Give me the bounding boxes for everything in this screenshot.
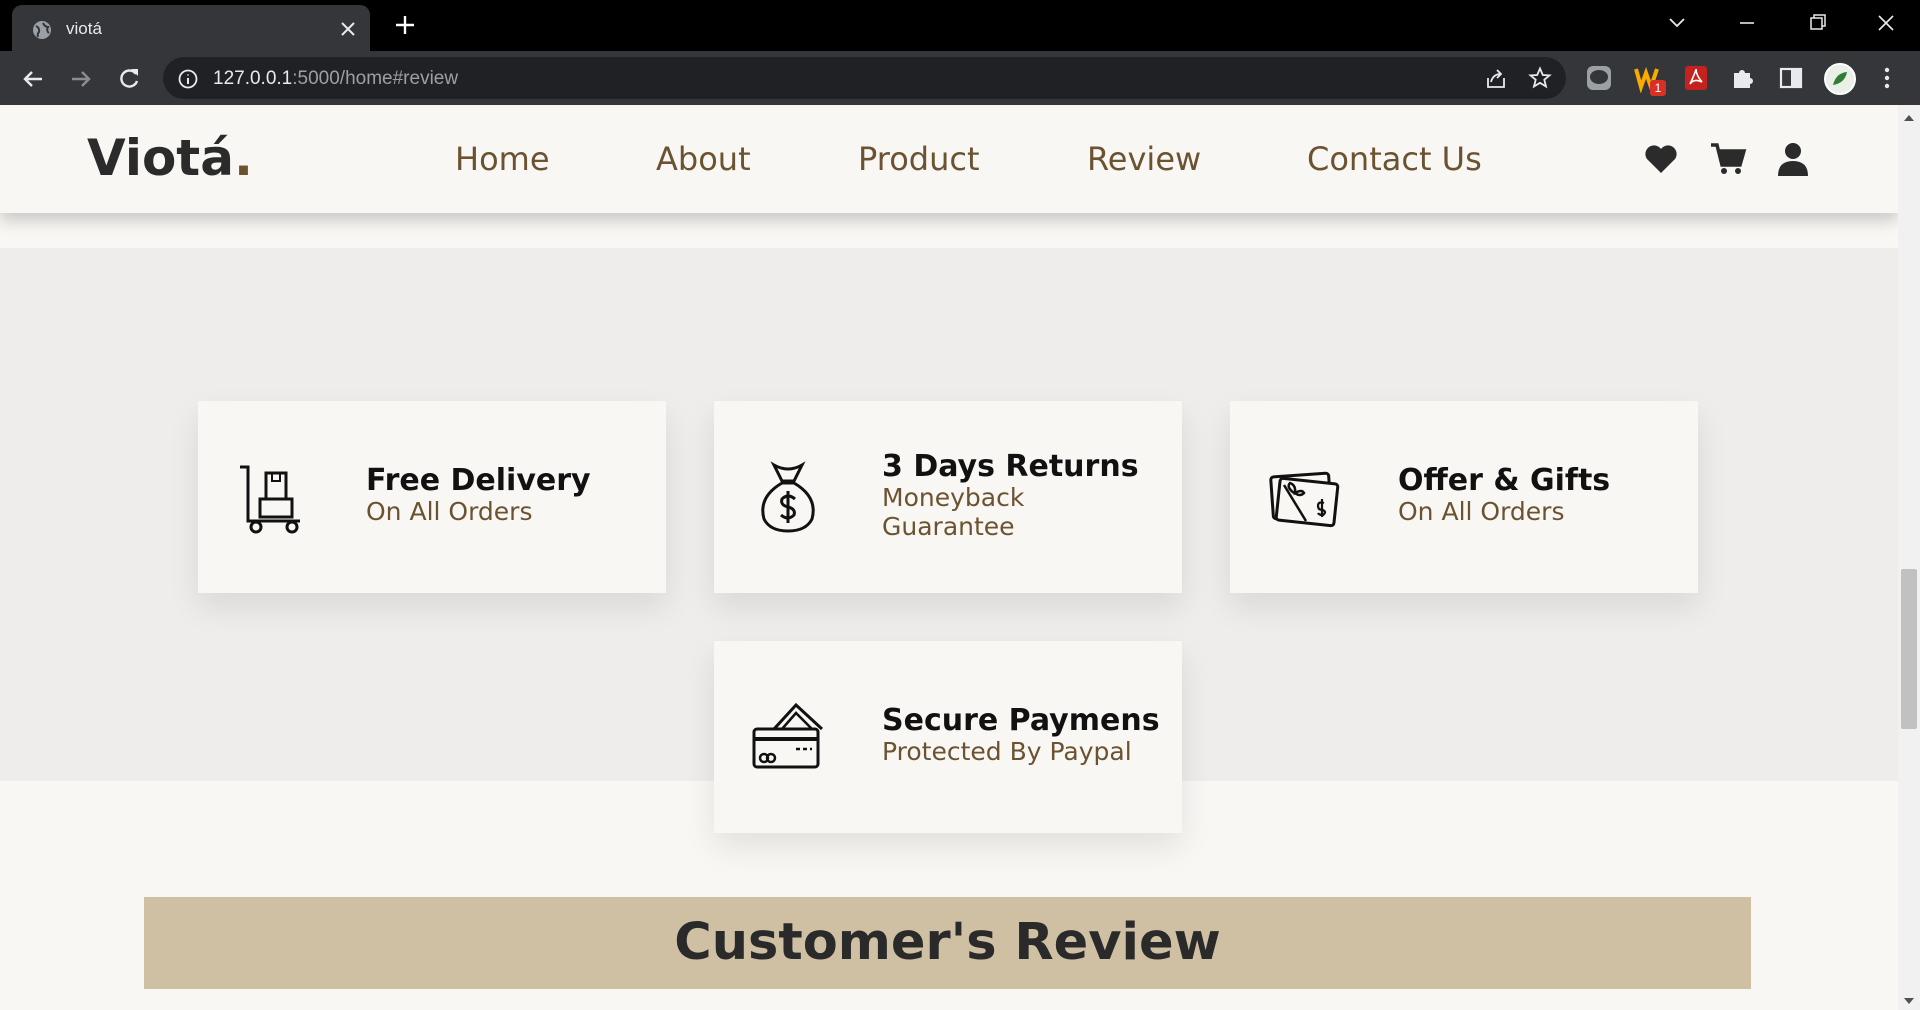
extension-badge: 1 <box>1650 80 1666 96</box>
close-icon[interactable] <box>336 17 360 41</box>
cart-icon[interactable] <box>1709 140 1747 178</box>
review-section-title: Customer's Review <box>674 913 1221 972</box>
feature-title: Offer & Gifts <box>1398 463 1611 498</box>
credit-card-icon <box>752 702 824 769</box>
site-navbar: Viotá. Home About Product Review Contact… <box>0 105 1898 213</box>
customer-review-banner: Customer's Review <box>144 897 1751 989</box>
delivery-cart-icon <box>240 465 300 534</box>
scroll-up-arrow-icon[interactable] <box>1904 115 1914 121</box>
nav-home-link[interactable]: Home <box>455 140 550 178</box>
url-host: 127.0.0.1 <box>213 68 293 89</box>
browser-tab-bar: viotá <box>0 0 1920 51</box>
nav-about-link[interactable]: About <box>656 140 751 178</box>
share-icon[interactable] <box>1484 67 1508 91</box>
browser-tab[interactable]: viotá <box>12 5 370 51</box>
side-panel-icon[interactable] <box>1776 63 1806 93</box>
line-extension-icon[interactable] <box>1584 63 1614 93</box>
features-section: Free Delivery On All Orders 3 Days Retur… <box>0 248 1898 833</box>
restore-icon[interactable] <box>1802 10 1832 36</box>
feature-card-returns: 3 Days Returns Moneyback Guarantee <box>714 401 1182 593</box>
profile-avatar[interactable] <box>1824 63 1856 95</box>
page-viewport: Viotá. Home About Product Review Contact… <box>0 105 1898 1010</box>
extensions-puzzle-icon[interactable] <box>1728 63 1758 93</box>
nav-review-link[interactable]: Review <box>1087 140 1201 178</box>
profile-leaf-icon <box>1833 72 1847 85</box>
feature-subtitle: Protected By Paypal <box>882 737 1132 766</box>
minimize-icon[interactable] <box>1732 10 1762 36</box>
feature-card-free-delivery: Free Delivery On All Orders <box>198 401 666 593</box>
globe-icon <box>33 21 51 39</box>
feature-subtitle: Moneyback Guarantee <box>882 483 1025 541</box>
tab-title: viotá <box>66 19 102 38</box>
logo-dot: . <box>233 129 253 187</box>
browser-toolbar: 127.0.0.1:5000/home#review <box>0 51 1920 105</box>
feature-card-offers: Offer & Gifts On All Orders <box>1230 401 1698 593</box>
address-bar[interactable]: 127.0.0.1:5000/home#review <box>163 57 1566 99</box>
close-window-icon[interactable] <box>1871 10 1901 36</box>
pdf-extension-icon[interactable] <box>1681 63 1711 93</box>
feature-title: Free Delivery <box>366 463 591 498</box>
forward-icon[interactable] <box>66 64 96 94</box>
nav-contact-link[interactable]: Contact Us <box>1307 140 1482 178</box>
tab-search-icon[interactable] <box>1662 10 1692 36</box>
scroll-down-arrow-icon[interactable] <box>1904 998 1914 1004</box>
menu-kebab-icon[interactable] <box>1872 63 1902 93</box>
user-icon[interactable] <box>1774 140 1812 178</box>
feature-subtitle: On All Orders <box>366 497 533 526</box>
feature-title: 3 Days Returns <box>882 449 1139 484</box>
url-text[interactable]: 127.0.0.1:5000/home#review <box>213 68 458 90</box>
scrollbar-thumb[interactable] <box>1901 569 1917 729</box>
feature-title: Secure Paymens <box>882 703 1160 738</box>
site-logo[interactable]: Viotá. <box>87 129 253 187</box>
gift-card-icon <box>1269 471 1340 528</box>
site-info-icon[interactable] <box>177 68 199 90</box>
bookmark-star-icon[interactable] <box>1528 66 1552 90</box>
new-tab-icon[interactable] <box>392 12 418 38</box>
reload-icon[interactable] <box>114 64 144 94</box>
back-icon[interactable] <box>18 64 48 94</box>
page-scrollbar[interactable] <box>1898 105 1920 1010</box>
url-path: :5000/home#review <box>292 68 459 89</box>
logo-text: Viotá <box>87 129 234 187</box>
feature-subtitle: On All Orders <box>1398 497 1565 526</box>
feature-card-secure-payments: Secure Paymens Protected By Paypal <box>714 641 1182 833</box>
nav-product-link[interactable]: Product <box>858 140 980 178</box>
heart-icon[interactable] <box>1642 140 1680 178</box>
money-bag-icon <box>761 461 815 533</box>
